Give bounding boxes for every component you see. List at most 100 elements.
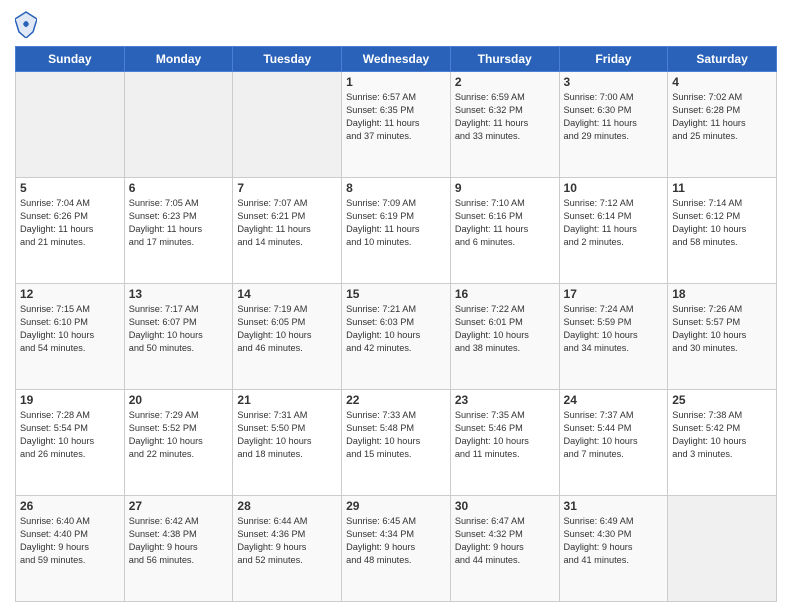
calendar-cell: 8 Sunrise: 7:09 AM Sunset: 6:19 PM Daylig… [342, 178, 451, 284]
calendar-cell: 31 Sunrise: 6:49 AM Sunset: 4:30 PM Dayli… [559, 496, 668, 602]
day-number: 8 [346, 181, 446, 195]
day-info: Sunrise: 7:38 AM Sunset: 5:42 PM Dayligh… [672, 409, 772, 461]
calendar-cell: 14 Sunrise: 7:19 AM Sunset: 6:05 PM Dayli… [233, 284, 342, 390]
calendar-cell: 24 Sunrise: 7:37 AM Sunset: 5:44 PM Dayli… [559, 390, 668, 496]
calendar-cell: 17 Sunrise: 7:24 AM Sunset: 5:59 PM Dayli… [559, 284, 668, 390]
calendar-cell: 2Sunrise: 6:59 AM Sunset: 6:32 PM Daylig… [450, 72, 559, 178]
day-info: Sunrise: 7:00 AM Sunset: 6:30 PM Dayligh… [564, 91, 664, 143]
day-info: Sunrise: 6:45 AM Sunset: 4:34 PM Dayligh… [346, 515, 446, 567]
col-header-tuesday: Tuesday [233, 47, 342, 72]
calendar-header-row: SundayMondayTuesdayWednesdayThursdayFrid… [16, 47, 777, 72]
calendar-cell: 30 Sunrise: 6:47 AM Sunset: 4:32 PM Dayli… [450, 496, 559, 602]
day-info: Sunrise: 6:57 AM Sunset: 6:35 PM Dayligh… [346, 91, 446, 143]
calendar-cell [16, 72, 125, 178]
day-info: Sunrise: 7:05 AM Sunset: 6:23 PM Dayligh… [129, 197, 229, 249]
day-info: Sunrise: 7:14 AM Sunset: 6:12 PM Dayligh… [672, 197, 772, 249]
calendar-cell: 16 Sunrise: 7:22 AM Sunset: 6:01 PM Dayli… [450, 284, 559, 390]
day-number: 25 [672, 393, 772, 407]
day-number: 16 [455, 287, 555, 301]
week-row-1: 5 Sunrise: 7:04 AM Sunset: 6:26 PM Daylig… [16, 178, 777, 284]
calendar-cell: 28 Sunrise: 6:44 AM Sunset: 4:36 PM Dayli… [233, 496, 342, 602]
day-number: 11 [672, 181, 772, 195]
calendar-cell: 15 Sunrise: 7:21 AM Sunset: 6:03 PM Dayli… [342, 284, 451, 390]
week-row-2: 12Sunrise: 7:15 AM Sunset: 6:10 PM Dayli… [16, 284, 777, 390]
day-info: Sunrise: 7:26 AM Sunset: 5:57 PM Dayligh… [672, 303, 772, 355]
calendar-cell: 20Sunrise: 7:29 AM Sunset: 5:52 PM Dayli… [124, 390, 233, 496]
calendar-cell: 23 Sunrise: 7:35 AM Sunset: 5:46 PM Dayli… [450, 390, 559, 496]
day-number: 21 [237, 393, 337, 407]
day-number: 1 [346, 75, 446, 89]
day-info: Sunrise: 7:19 AM Sunset: 6:05 PM Dayligh… [237, 303, 337, 355]
calendar-cell [668, 496, 777, 602]
week-row-3: 19 Sunrise: 7:28 AM Sunset: 5:54 PM Dayli… [16, 390, 777, 496]
day-number: 18 [672, 287, 772, 301]
calendar-cell: 29 Sunrise: 6:45 AM Sunset: 4:34 PM Dayli… [342, 496, 451, 602]
day-number: 5 [20, 181, 120, 195]
col-header-sunday: Sunday [16, 47, 125, 72]
day-number: 24 [564, 393, 664, 407]
day-number: 17 [564, 287, 664, 301]
day-number: 13 [129, 287, 229, 301]
day-number: 4 [672, 75, 772, 89]
day-number: 9 [455, 181, 555, 195]
day-info: Sunrise: 7:28 AM Sunset: 5:54 PM Dayligh… [20, 409, 120, 461]
day-info: Sunrise: 6:49 AM Sunset: 4:30 PM Dayligh… [564, 515, 664, 567]
calendar-cell: 26Sunrise: 6:40 AM Sunset: 4:40 PM Dayli… [16, 496, 125, 602]
day-number: 10 [564, 181, 664, 195]
day-info: Sunrise: 7:09 AM Sunset: 6:19 PM Dayligh… [346, 197, 446, 249]
week-row-0: 1 Sunrise: 6:57 AM Sunset: 6:35 PM Daylig… [16, 72, 777, 178]
day-number: 29 [346, 499, 446, 513]
calendar-cell: 25 Sunrise: 7:38 AM Sunset: 5:42 PM Dayli… [668, 390, 777, 496]
day-info: Sunrise: 7:12 AM Sunset: 6:14 PM Dayligh… [564, 197, 664, 249]
col-header-friday: Friday [559, 47, 668, 72]
col-header-thursday: Thursday [450, 47, 559, 72]
calendar-cell: 27 Sunrise: 6:42 AM Sunset: 4:38 PM Dayli… [124, 496, 233, 602]
calendar-cell: 13Sunrise: 7:17 AM Sunset: 6:07 PM Dayli… [124, 284, 233, 390]
day-info: Sunrise: 7:21 AM Sunset: 6:03 PM Dayligh… [346, 303, 446, 355]
day-number: 19 [20, 393, 120, 407]
day-info: Sunrise: 7:33 AM Sunset: 5:48 PM Dayligh… [346, 409, 446, 461]
calendar-cell: 6 Sunrise: 7:05 AM Sunset: 6:23 PM Daylig… [124, 178, 233, 284]
day-info: Sunrise: 7:31 AM Sunset: 5:50 PM Dayligh… [237, 409, 337, 461]
day-number: 15 [346, 287, 446, 301]
day-number: 31 [564, 499, 664, 513]
day-info: Sunrise: 7:22 AM Sunset: 6:01 PM Dayligh… [455, 303, 555, 355]
day-number: 23 [455, 393, 555, 407]
day-info: Sunrise: 6:44 AM Sunset: 4:36 PM Dayligh… [237, 515, 337, 567]
day-info: Sunrise: 7:15 AM Sunset: 6:10 PM Dayligh… [20, 303, 120, 355]
day-info: Sunrise: 7:37 AM Sunset: 5:44 PM Dayligh… [564, 409, 664, 461]
day-info: Sunrise: 7:35 AM Sunset: 5:46 PM Dayligh… [455, 409, 555, 461]
logo-icon [15, 10, 37, 38]
calendar-cell: 10 Sunrise: 7:12 AM Sunset: 6:14 PM Dayli… [559, 178, 668, 284]
page: SundayMondayTuesdayWednesdayThursdayFrid… [0, 0, 792, 612]
calendar-cell [233, 72, 342, 178]
day-info: Sunrise: 7:10 AM Sunset: 6:16 PM Dayligh… [455, 197, 555, 249]
day-number: 14 [237, 287, 337, 301]
day-info: Sunrise: 7:24 AM Sunset: 5:59 PM Dayligh… [564, 303, 664, 355]
calendar-cell: 1 Sunrise: 6:57 AM Sunset: 6:35 PM Daylig… [342, 72, 451, 178]
col-header-saturday: Saturday [668, 47, 777, 72]
day-info: Sunrise: 7:04 AM Sunset: 6:26 PM Dayligh… [20, 197, 120, 249]
col-header-monday: Monday [124, 47, 233, 72]
day-info: Sunrise: 6:47 AM Sunset: 4:32 PM Dayligh… [455, 515, 555, 567]
calendar-cell: 5 Sunrise: 7:04 AM Sunset: 6:26 PM Daylig… [16, 178, 125, 284]
day-info: Sunrise: 7:07 AM Sunset: 6:21 PM Dayligh… [237, 197, 337, 249]
day-number: 6 [129, 181, 229, 195]
calendar-cell: 9 Sunrise: 7:10 AM Sunset: 6:16 PM Daylig… [450, 178, 559, 284]
calendar-cell [124, 72, 233, 178]
calendar-cell: 22Sunrise: 7:33 AM Sunset: 5:48 PM Dayli… [342, 390, 451, 496]
day-number: 27 [129, 499, 229, 513]
week-row-4: 26Sunrise: 6:40 AM Sunset: 4:40 PM Dayli… [16, 496, 777, 602]
day-number: 2 [455, 75, 555, 89]
day-number: 28 [237, 499, 337, 513]
day-number: 20 [129, 393, 229, 407]
calendar-cell: 21 Sunrise: 7:31 AM Sunset: 5:50 PM Dayli… [233, 390, 342, 496]
day-number: 7 [237, 181, 337, 195]
col-header-wednesday: Wednesday [342, 47, 451, 72]
day-info: Sunrise: 6:42 AM Sunset: 4:38 PM Dayligh… [129, 515, 229, 567]
calendar-cell: 4Sunrise: 7:02 AM Sunset: 6:28 PM Daylig… [668, 72, 777, 178]
calendar-cell: 11 Sunrise: 7:14 AM Sunset: 6:12 PM Dayli… [668, 178, 777, 284]
calendar-cell: 19 Sunrise: 7:28 AM Sunset: 5:54 PM Dayli… [16, 390, 125, 496]
header [15, 10, 777, 38]
day-number: 30 [455, 499, 555, 513]
